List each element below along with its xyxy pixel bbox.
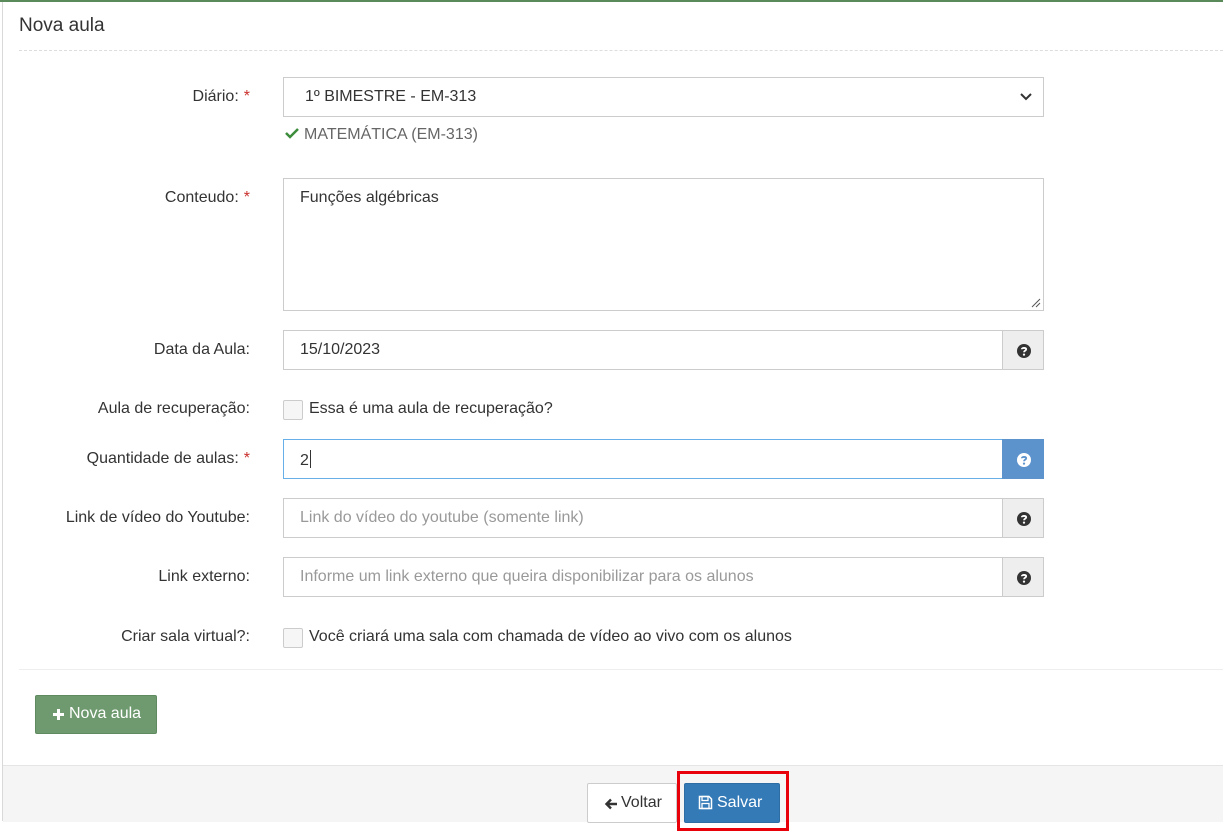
sala-virtual-checkbox[interactable] xyxy=(283,628,303,648)
diario-selected-value: 1º BIMESTRE - EM-313 xyxy=(305,88,477,105)
left-border xyxy=(2,2,3,821)
link-externo-help-button[interactable] xyxy=(1002,557,1044,597)
required-mark: * xyxy=(243,189,250,206)
required-mark: * xyxy=(243,450,250,467)
nova-aula-button[interactable]: Nova aula xyxy=(35,695,157,734)
diario-label: Diário: * xyxy=(192,88,250,105)
resize-grip-icon[interactable] xyxy=(1031,298,1041,308)
data-aula-input[interactable]: 15/10/2023 xyxy=(283,330,1003,370)
quantidade-help-button[interactable] xyxy=(1002,439,1044,479)
chevron-down-icon xyxy=(1020,93,1032,101)
sala-virtual-checkbox-label[interactable]: Você criará uma sala com chamada de víde… xyxy=(309,628,792,646)
arrow-left-icon xyxy=(604,798,617,810)
body-divider xyxy=(19,669,1223,670)
link-externo-placeholder: Informe um link externo que queira dispo… xyxy=(300,568,754,585)
link-externo-label: Link externo: xyxy=(158,568,250,585)
question-circle-icon xyxy=(1017,571,1031,585)
link-externo-input[interactable]: Informe um link externo que queira dispo… xyxy=(283,557,1003,597)
youtube-label: Link de vídeo do Youtube: xyxy=(65,509,250,526)
question-circle-icon xyxy=(1017,453,1031,467)
youtube-link-input[interactable]: Link do vídeo do youtube (somente link) xyxy=(283,498,1003,538)
diario-info: MATEMÁTICA (EM-313) xyxy=(285,126,478,144)
quantidade-value: 2 xyxy=(300,450,311,469)
quantidade-label: Quantidade de aulas: * xyxy=(86,450,250,467)
diario-select[interactable]: 1º BIMESTRE - EM-313 xyxy=(283,77,1044,117)
sala-virtual-label: Criar sala virtual?: xyxy=(121,628,250,645)
recuperacao-checkbox[interactable] xyxy=(283,400,303,420)
youtube-placeholder: Link do vídeo do youtube (somente link) xyxy=(300,509,584,526)
quantidade-input[interactable]: 2 xyxy=(283,439,1003,479)
conteudo-label: Conteudo: * xyxy=(164,189,250,206)
data-aula-help-button[interactable] xyxy=(1002,330,1044,370)
question-circle-icon xyxy=(1017,344,1031,358)
required-mark: * xyxy=(243,88,250,105)
nova-aula-button-label: Nova aula xyxy=(69,705,142,722)
recuperacao-label: Aula de recuperação: xyxy=(97,400,250,417)
data-aula-value: 15/10/2023 xyxy=(300,341,381,358)
voltar-button-label: Voltar xyxy=(621,794,662,811)
top-border xyxy=(0,0,1223,2)
check-icon xyxy=(285,128,299,139)
voltar-button[interactable]: Voltar xyxy=(587,783,677,823)
conteudo-textarea[interactable]: Funções algébricas xyxy=(283,178,1044,311)
youtube-help-button[interactable] xyxy=(1002,498,1044,538)
question-circle-icon xyxy=(1017,512,1031,526)
salvar-highlight-box xyxy=(677,771,789,831)
data-aula-label: Data da Aula: xyxy=(153,341,250,358)
panel-title: Nova aula xyxy=(19,15,105,36)
conteudo-value: Funções algébricas xyxy=(300,189,439,206)
recuperacao-checkbox-label[interactable]: Essa é uma aula de recuperação? xyxy=(309,400,553,418)
title-divider xyxy=(19,50,1223,51)
text-caret xyxy=(309,450,311,468)
plus-icon xyxy=(53,709,64,720)
